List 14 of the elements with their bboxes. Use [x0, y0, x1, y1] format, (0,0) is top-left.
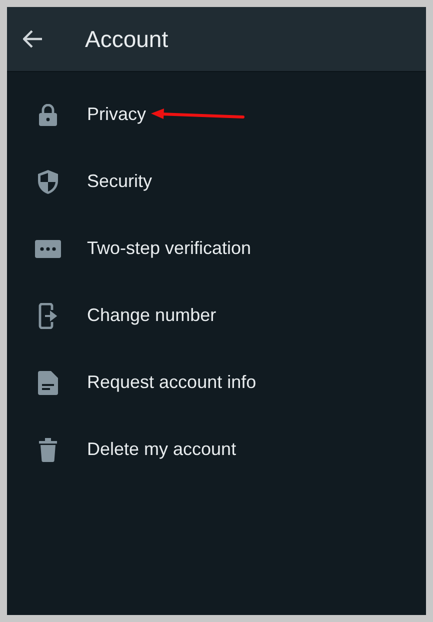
lock-icon [39, 104, 57, 126]
phone-exit-icon [38, 302, 58, 328]
dots-icon [35, 240, 61, 258]
menu-item[interactable]: Two-step verification [7, 215, 426, 282]
menu-item[interactable]: Privacy [7, 81, 426, 148]
shield-icon [38, 170, 58, 194]
screen-title: Account [85, 26, 168, 52]
menu-item[interactable]: Security [7, 148, 426, 215]
menu-item[interactable]: Request account info [7, 349, 426, 416]
menu-item[interactable]: Change number [7, 282, 426, 349]
document-icon [38, 370, 58, 394]
trash-icon [39, 438, 57, 462]
back-arrow-icon [23, 30, 43, 48]
menu-item[interactable]: Delete my account [7, 416, 426, 483]
